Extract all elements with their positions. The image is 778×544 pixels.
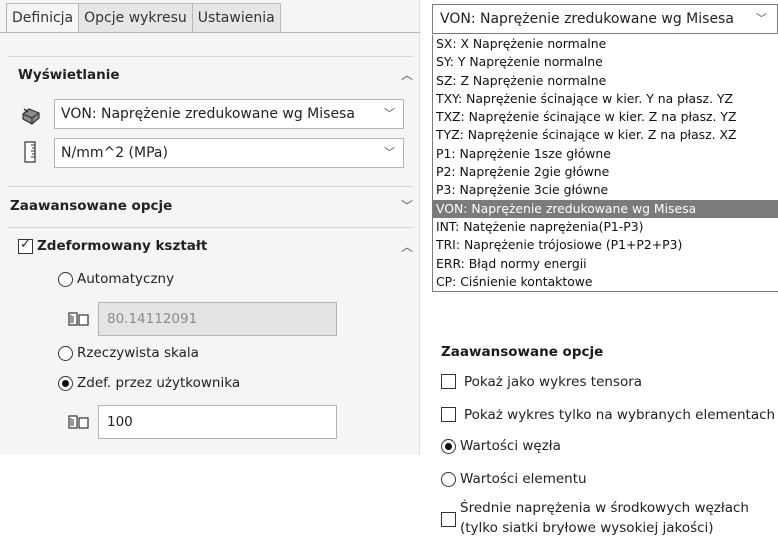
list-item[interactable]: TYZ: Naprężenie ścinające w kier. Z na p…	[433, 126, 778, 144]
scale-factor-icon	[68, 415, 89, 429]
list-item[interactable]: SY: Y Naprężenie normalne	[433, 53, 778, 71]
section-divider	[8, 227, 413, 228]
stress-component-dropdown-open[interactable]: VON: Naprężenie zredukowane wg Misesa ﹀	[432, 4, 778, 34]
stress-component-list: SX: X Naprężenie normalne SY: Y Naprężen…	[432, 35, 778, 293]
tab-opcje-wykresu[interactable]: Opcje wykresu	[79, 3, 193, 33]
advanced-options-title: Zaawansowane opcje	[441, 344, 604, 360]
list-item[interactable]: SZ: Z Naprężenie normalne	[433, 72, 778, 90]
selected-entities-checkbox[interactable]	[441, 407, 456, 422]
list-item[interactable]: ERR: Błąd normy energii	[433, 255, 778, 273]
list-item[interactable]: SX: X Naprężenie normalne	[433, 35, 778, 53]
list-item[interactable]: P3: Naprężenie 3cie główne	[433, 181, 778, 199]
stress-component-icon	[22, 108, 40, 125]
user-scale-field[interactable]: 100	[98, 405, 337, 439]
scale-factor-icon	[68, 312, 89, 326]
tensor-plot-label: Pokaż jako wykres tensora	[464, 374, 643, 390]
list-item[interactable]: TRI: Naprężenie trójosiowe (P1+P2+P3)	[433, 236, 778, 254]
selected-entities-label: Pokaż wykres tylko na wybranych elementa…	[464, 407, 776, 423]
chevron-down-icon: ﹀	[384, 146, 395, 159]
list-item[interactable]: TXZ: Naprężenie ścinające w kier. Z na p…	[433, 108, 778, 126]
element-values-radio[interactable]	[441, 472, 456, 487]
section-divider	[8, 186, 413, 187]
units-value: N/mm^2 (MPa)	[61, 145, 168, 161]
average-midside-label: Średnie naprężenia w środkowych węzłach	[460, 500, 749, 516]
tab-bar: Definicja Opcje wykresu Ustawienia	[6, 3, 281, 33]
automatic-radio[interactable]	[58, 272, 73, 287]
display-section-title[interactable]: Wyświetlanie	[18, 67, 120, 83]
tensor-plot-checkbox[interactable]	[441, 374, 456, 389]
node-values-label: Wartości węzła	[460, 438, 561, 454]
average-midside-note: (tylko siatki bryłowe wysokiej jakości)	[460, 520, 714, 536]
automatic-scale-field[interactable]: 80.14112091	[98, 302, 337, 336]
tab-divider	[0, 32, 420, 33]
element-values-label: Wartości elementu	[460, 471, 587, 487]
units-dropdown[interactable]: N/mm^2 (MPa) ﹀	[54, 138, 404, 168]
tab-definicja[interactable]: Definicja	[6, 3, 80, 33]
chevron-up-icon[interactable]: ︿	[401, 238, 413, 255]
user-defined-radio[interactable]	[58, 376, 73, 391]
section-divider	[8, 56, 413, 57]
chevron-down-icon: ﹀	[756, 12, 767, 25]
list-item-selected[interactable]: VON: Naprężenie zredukowane wg Misesa	[433, 199, 778, 218]
list-item[interactable]: INT: Natężenie naprężenia(P1-P3)	[433, 218, 778, 236]
property-panel: Definicja Opcje wykresu Ustawienia Wyświ…	[0, 0, 420, 455]
list-item[interactable]: CP: Ciśnienie kontaktowe	[433, 273, 778, 291]
tab-ustawienia[interactable]: Ustawienia	[192, 3, 281, 33]
average-midside-checkbox[interactable]	[441, 512, 456, 527]
advanced-section-title[interactable]: Zaawansowane opcje	[10, 198, 172, 214]
deformed-shape-checkbox[interactable]	[18, 237, 33, 254]
true-scale-radio[interactable]	[58, 346, 73, 361]
automatic-label: Automatyczny	[77, 271, 175, 287]
chevron-down-icon: ﹀	[384, 107, 395, 120]
true-scale-label: Rzeczywista skala	[77, 345, 199, 361]
list-item[interactable]: P1: Naprężenie 1sze główne	[433, 145, 778, 163]
units-ruler-icon	[24, 141, 36, 163]
list-item[interactable]: TXY: Naprężenie ścinające w kier. Y na p…	[433, 90, 778, 108]
stress-component-value: VON: Naprężenie zredukowane wg Misesa	[61, 106, 355, 122]
dropdown-selected-value: VON: Naprężenie zredukowane wg Misesa	[440, 11, 734, 27]
deformed-section-title[interactable]: Zdeformowany kształt	[37, 238, 207, 254]
list-item[interactable]: P2: Naprężenie 2gie główne	[433, 163, 778, 181]
node-values-radio[interactable]	[441, 439, 456, 454]
user-defined-label: Zdef. przez użytkownika	[77, 375, 241, 391]
stress-component-dropdown[interactable]: VON: Naprężenie zredukowane wg Misesa ﹀	[54, 99, 404, 129]
chevron-up-icon[interactable]: ︿	[401, 66, 413, 83]
chevron-down-icon[interactable]: ﹀	[401, 197, 413, 214]
